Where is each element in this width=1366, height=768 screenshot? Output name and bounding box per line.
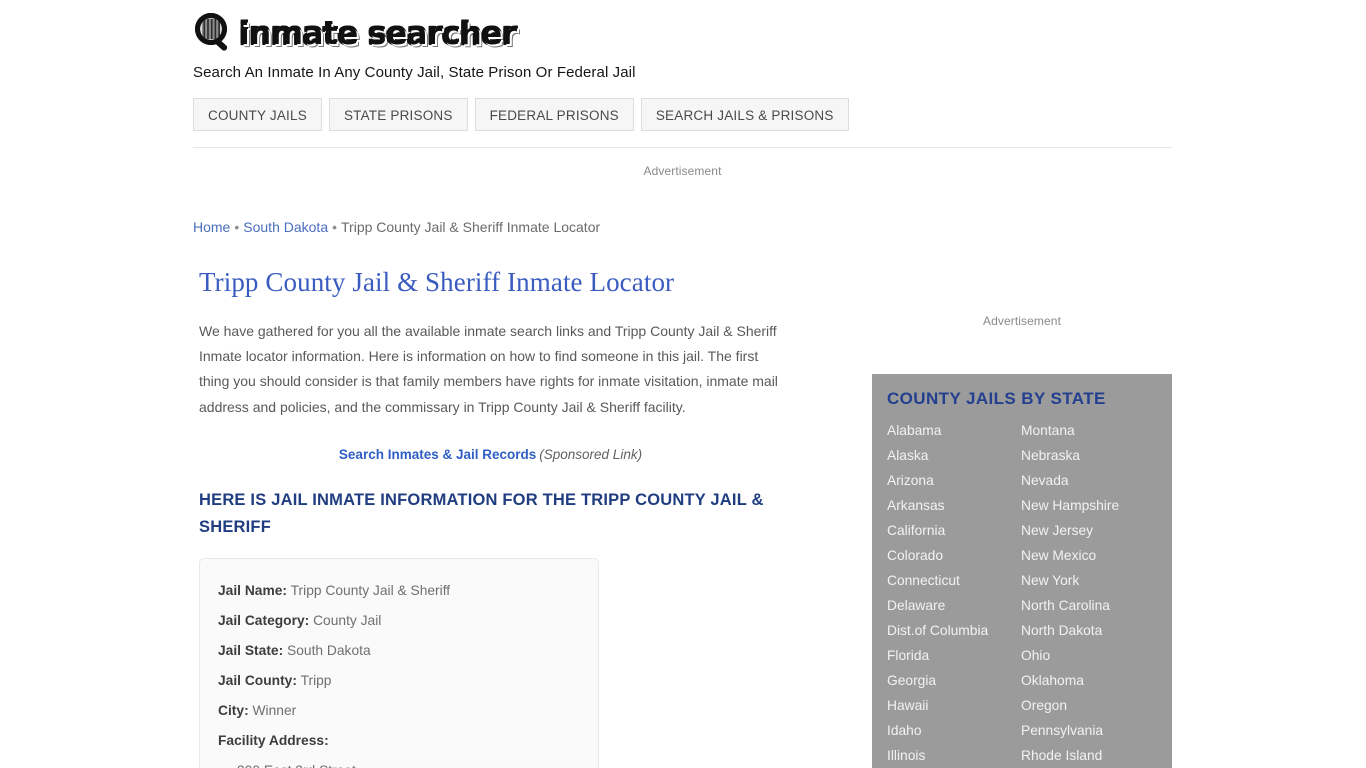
state-link[interactable]: New Jersey xyxy=(1021,518,1155,543)
breadcrumb-current: Tripp County Jail & Sheriff Inmate Locat… xyxy=(341,219,601,235)
sponsored-link-row: Search Inmates & Jail Records (Sponsored … xyxy=(199,447,782,462)
state-link[interactable]: New Mexico xyxy=(1021,543,1155,568)
info-row: Jail Category: County Jail xyxy=(218,606,580,636)
state-link[interactable]: Dist.of Columbia xyxy=(887,618,1021,643)
state-link[interactable]: Connecticut xyxy=(887,568,1021,593)
state-link[interactable]: Ohio xyxy=(1021,643,1155,668)
state-link[interactable]: Nebraska xyxy=(1021,443,1155,468)
info-value: Tripp xyxy=(300,673,332,688)
main-content: Tripp County Jail & Sheriff Inmate Locat… xyxy=(199,265,799,541)
state-link[interactable]: Delaware xyxy=(887,593,1021,618)
state-link[interactable]: Oregon xyxy=(1021,693,1155,718)
main-navigation: COUNTY JAILS STATE PRISONS FEDERAL PRISO… xyxy=(193,98,849,131)
info-label: Jail County: xyxy=(218,673,297,688)
state-link[interactable]: California xyxy=(887,518,1021,543)
state-link[interactable]: Rhode Island xyxy=(1021,743,1155,768)
info-row: Facility Address: xyxy=(218,726,580,756)
state-link[interactable]: Florida xyxy=(887,643,1021,668)
info-label: Jail Category: xyxy=(218,613,310,628)
breadcrumb-state[interactable]: South Dakota xyxy=(243,219,328,235)
state-link[interactable]: Arkansas xyxy=(887,493,1021,518)
logo-text: inmate searcher xyxy=(239,15,517,52)
nav-item-search-jails-prisons[interactable]: SEARCH JAILS & PRISONS xyxy=(640,98,849,131)
logo[interactable]: inmate searcher xyxy=(193,10,1173,58)
state-column-left: Alabama Alaska Arizona Arkansas Californ… xyxy=(887,418,1021,768)
state-link[interactable]: Alaska xyxy=(887,443,1021,468)
nav-item-county-jails[interactable]: COUNTY JAILS xyxy=(193,98,322,131)
breadcrumb-separator-1: • xyxy=(234,219,240,235)
state-link[interactable]: Pennsylvania xyxy=(1021,718,1155,743)
info-row: Jail Name: Tripp County Jail & Sheriff xyxy=(218,576,580,606)
jail-info-box: Jail Name: Tripp County Jail & Sheriff J… xyxy=(199,558,599,768)
state-link[interactable]: Alabama xyxy=(887,418,1021,443)
state-link[interactable]: Montana xyxy=(1021,418,1155,443)
state-column-right: Montana Nebraska Nevada New Hampshire Ne… xyxy=(1021,418,1155,768)
state-link[interactable]: Arizona xyxy=(887,468,1021,493)
state-link[interactable]: Hawaii xyxy=(887,693,1021,718)
info-label: City: xyxy=(218,703,249,718)
intro-paragraph: We have gathered for you all the availab… xyxy=(199,323,778,415)
sponsored-note: (Sponsored Link) xyxy=(539,446,643,462)
advertisement-label-side: Advertisement xyxy=(983,314,1061,328)
info-value: Winner xyxy=(252,703,297,718)
state-link[interactable]: New York xyxy=(1021,568,1155,593)
info-value: South Dakota xyxy=(287,643,371,658)
page-root: inmate searcher Search An Inmate In Any … xyxy=(0,0,1366,768)
info-row: Jail County: Tripp xyxy=(218,666,580,696)
nav-item-federal-prisons[interactable]: FEDERAL PRISONS xyxy=(474,98,634,131)
site-header: inmate searcher Search An Inmate In Any … xyxy=(193,10,1173,81)
info-row: City: Winner xyxy=(218,696,580,726)
state-link[interactable]: Nevada xyxy=(1021,468,1155,493)
state-link[interactable]: Georgia xyxy=(887,668,1021,693)
header-divider xyxy=(193,147,1172,148)
county-jails-by-state-widget: COUNTY JAILS BY STATE Alabama Alaska Ari… xyxy=(872,374,1172,768)
state-link[interactable]: Idaho xyxy=(887,718,1021,743)
info-label: Jail Name: xyxy=(218,583,288,598)
breadcrumb-home[interactable]: Home xyxy=(193,219,230,235)
info-label: Facility Address: xyxy=(218,733,329,748)
sponsored-link[interactable]: Search Inmates & Jail Records xyxy=(339,447,536,462)
breadcrumb-separator-2: • xyxy=(332,219,338,235)
info-label: Jail State: xyxy=(218,643,284,658)
facility-address-line: 200 East 3rd Street xyxy=(218,756,580,768)
state-link[interactable]: Oklahoma xyxy=(1021,668,1155,693)
advertisement-label-top: Advertisement xyxy=(643,164,722,178)
info-value: County Jail xyxy=(313,613,382,628)
section-heading: HERE IS JAIL INMATE INFORMATION FOR THE … xyxy=(199,490,764,536)
nav-item-state-prisons[interactable]: STATE PRISONS xyxy=(328,98,468,131)
state-link[interactable]: New Hampshire xyxy=(1021,493,1155,518)
site-tagline: Search An Inmate In Any County Jail, Sta… xyxy=(193,64,636,81)
page-title: Tripp County Jail & Sheriff Inmate Locat… xyxy=(199,267,675,297)
state-link[interactable]: North Dakota xyxy=(1021,618,1155,643)
info-row: Jail State: South Dakota xyxy=(218,636,580,666)
state-link[interactable]: North Carolina xyxy=(1021,593,1155,618)
state-link-columns: Alabama Alaska Arizona Arkansas Californ… xyxy=(872,418,1172,768)
breadcrumb: Home • South Dakota • Tripp County Jail & Sh… xyxy=(193,219,600,235)
state-link[interactable]: Colorado xyxy=(887,543,1021,568)
widget-title: COUNTY JAILS BY STATE xyxy=(887,389,1106,408)
magnifier-jail-icon xyxy=(193,12,235,56)
state-link[interactable]: Illinois xyxy=(887,743,1021,768)
info-value: Tripp County Jail & Sheriff xyxy=(290,583,451,598)
